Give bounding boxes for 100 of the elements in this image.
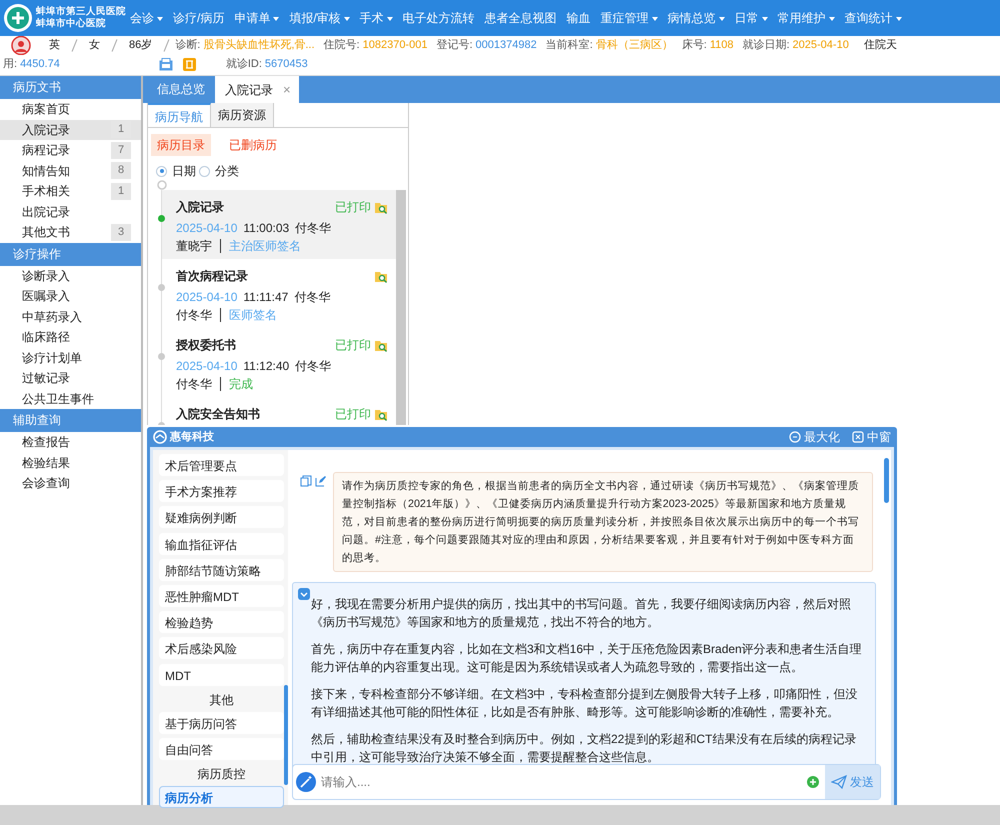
assistant-menu-item[interactable]: 手术方案推荐 — [159, 480, 284, 502]
sidebar-item[interactable]: 公共卫生事件 — [0, 388, 141, 409]
assistant-menu-item[interactable]: 术后管理要点 — [159, 454, 284, 476]
menu-item[interactable]: 病情总览 — [662, 9, 730, 27]
status-icon — [182, 58, 196, 71]
assistant-menu-item[interactable]: 术后感染风险 — [159, 637, 284, 660]
field-value: 骨科（三病区） — [596, 38, 673, 53]
record-item[interactable]: 首次病程记录 2025-04-10 11:11:47 付冬华 付冬华 医师签名 — [162, 259, 396, 328]
menu-item[interactable]: 常用维护 — [772, 9, 840, 27]
filter-button[interactable]: 已删病历 — [223, 134, 283, 156]
assistant-menu-item[interactable]: 输血指征评估 — [159, 532, 284, 555]
assistant-menu-item[interactable]: 恶性肿瘤MDT — [159, 584, 284, 607]
patient-text: 住院天 — [864, 38, 897, 53]
caret-icon — [344, 16, 350, 21]
radio-button[interactable] — [199, 166, 210, 176]
patient-text: 86岁 — [129, 38, 152, 53]
sidebar-item[interactable]: 诊疗计划单 — [0, 348, 141, 368]
collapse-icon[interactable] — [298, 588, 310, 600]
field-label: 床号: — [682, 38, 707, 53]
sidebar-item[interactable]: 知情告知 8 — [0, 160, 141, 181]
window-icon — [852, 431, 864, 443]
folder-search-icon[interactable] — [374, 270, 388, 282]
item-label: 临床路径 — [22, 329, 70, 346]
printed-status: 已打印 — [335, 337, 371, 354]
menu-item[interactable]: 电子处方流转 — [398, 9, 480, 27]
sidebar-item[interactable]: 检查报告 — [0, 432, 141, 452]
menu-item[interactable]: 输血 — [562, 9, 596, 27]
menu-item[interactable]: 申请单 — [229, 9, 284, 27]
count-badge: 3 — [111, 224, 131, 241]
item-label: 知情告知 — [22, 162, 70, 180]
folder-search-icon[interactable] — [374, 408, 388, 420]
menu-item[interactable]: 患者全息视图 — [480, 9, 562, 27]
caret-icon — [652, 16, 658, 21]
printed-status: 已打印 — [335, 406, 371, 423]
sidebar-item[interactable]: 入院记录 1 — [0, 120, 141, 140]
record-title: 首次病程记录 — [176, 268, 248, 285]
record-signer: 董晓宇 — [176, 238, 212, 255]
assistant-menu-item[interactable]: 肺部结节随访策略 — [159, 558, 284, 581]
record-item[interactable]: 授权委托书 已打印 2025-04-10 11:12:40 付冬华 付冬华 完成 — [162, 328, 396, 397]
menu-item[interactable]: 手术 — [354, 9, 398, 27]
tab-label: 信息总览 — [157, 82, 205, 96]
assistant-menu-item[interactable]: 疑难病例判断 — [159, 506, 284, 528]
menu-item[interactable]: 会诊 — [125, 9, 168, 27]
prompt-message: 请作为病历质控专家的角色，根据当前患者的病历全文书内容，通过研读《病历书写规范》、《病案管理质量控制指标（2021年版）》、《卫健委病历内涵质量提升行动方案2023-2025》等最新国家和地方质量规范，对目前患者的整份病历进行简明扼要的病历质量判读分析，并按照条目依次展示出病历中的每一个书写问题。#注意，每个问题要跟随其对应的理由和原因，分析结果要客观，并且要有针对于例如中医专科方面的思考。 — [333, 472, 873, 572]
radio-label: 分类 — [215, 163, 239, 180]
printed-status: 已打印 — [335, 199, 371, 216]
record-time: 11:00:03 — [243, 221, 290, 235]
caret-icon — [896, 16, 902, 21]
scrollbar-track[interactable] — [396, 190, 406, 425]
field-value: 4450.74 — [20, 57, 60, 72]
assistant-menu-item[interactable]: 自由问答 — [159, 738, 284, 760]
answer-paragraph: 首先，病历中存在重复内容，比如在文档3和文档16中，关于压疮危险因素Braden评分表和患者生活自理能力评估单的内容重复出现。这可能是因为系统错误或者人为疏忽导致的，需要指出这一点。 — [311, 641, 863, 676]
sidebar-item[interactable]: 诊断录入 — [0, 266, 141, 286]
field-value: 1082370-001 — [362, 38, 428, 53]
folder-search-icon[interactable] — [374, 338, 388, 352]
count-badge: 7 — [111, 142, 131, 159]
assistant-menu-item[interactable]: MDT — [159, 664, 284, 686]
field-value: 2025-04-10 — [792, 38, 849, 53]
edit-icon[interactable] — [315, 475, 327, 487]
sidebar-item[interactable]: 中草药录入 — [0, 306, 141, 327]
sidebar-item[interactable]: 手术相关 1 — [0, 181, 141, 202]
copy-icon[interactable] — [300, 475, 312, 487]
menu-item[interactable]: 诊疗/病历 — [168, 9, 230, 27]
sidebar-item[interactable]: 临床路径 — [0, 327, 141, 348]
field-value: 1108 — [710, 38, 734, 53]
count-badge: 1 — [111, 182, 131, 200]
scrollbar-thumb[interactable] — [284, 685, 288, 785]
sub-tab[interactable]: 病历资源 — [211, 103, 274, 127]
item-label: 过敏记录 — [22, 370, 70, 387]
menu-item[interactable]: 重症管理 — [596, 9, 663, 27]
menu-item[interactable]: 查询统计 — [840, 9, 907, 27]
sidebar-item[interactable]: 检验结果 — [0, 452, 141, 473]
assistant-menu-item[interactable]: 病历分析 — [159, 786, 284, 808]
menu-item[interactable]: 日常 — [730, 9, 773, 27]
record-date: 2025-04-10 — [176, 221, 238, 235]
folder-search-icon[interactable] — [374, 200, 388, 214]
sidebar-item[interactable]: 医嘱录入 — [0, 286, 141, 306]
field-label: 用: — [3, 57, 18, 72]
sidebar-item[interactable]: 会诊查询 — [0, 473, 141, 494]
sidebar-item[interactable]: 其他文书 3 — [0, 222, 141, 242]
scrollbar-thumb[interactable] — [884, 458, 889, 503]
assistant-menu-item[interactable]: 检验趋势 — [159, 611, 284, 634]
sidebar-item[interactable]: 过敏记录 — [0, 368, 141, 388]
record-time: 11:12:40 — [243, 359, 290, 373]
menu-item[interactable]: 填报/审核 — [284, 9, 355, 27]
record-signer: 付冬华 — [176, 307, 212, 324]
caret-icon — [762, 16, 768, 21]
radio-button[interactable] — [156, 166, 167, 176]
assistant-menu-item[interactable]: 基于病历问答 — [159, 712, 284, 734]
magic-wand-icon[interactable] — [296, 772, 316, 792]
sidebar-item[interactable]: 出院记录 — [0, 202, 141, 222]
page-tab[interactable]: 入院记录 × — [215, 76, 299, 103]
item-label: 会诊查询 — [22, 475, 70, 492]
sidebar-item[interactable]: 病案首页 — [0, 99, 141, 120]
maximize-icon — [789, 431, 801, 443]
record-signer: 付冬华 — [176, 376, 212, 393]
plus-icon[interactable] — [807, 776, 819, 788]
caret-icon — [718, 16, 725, 21]
sidebar-item[interactable]: 病程记录 7 — [0, 140, 141, 160]
record-date: 2025-04-10 — [176, 359, 238, 373]
